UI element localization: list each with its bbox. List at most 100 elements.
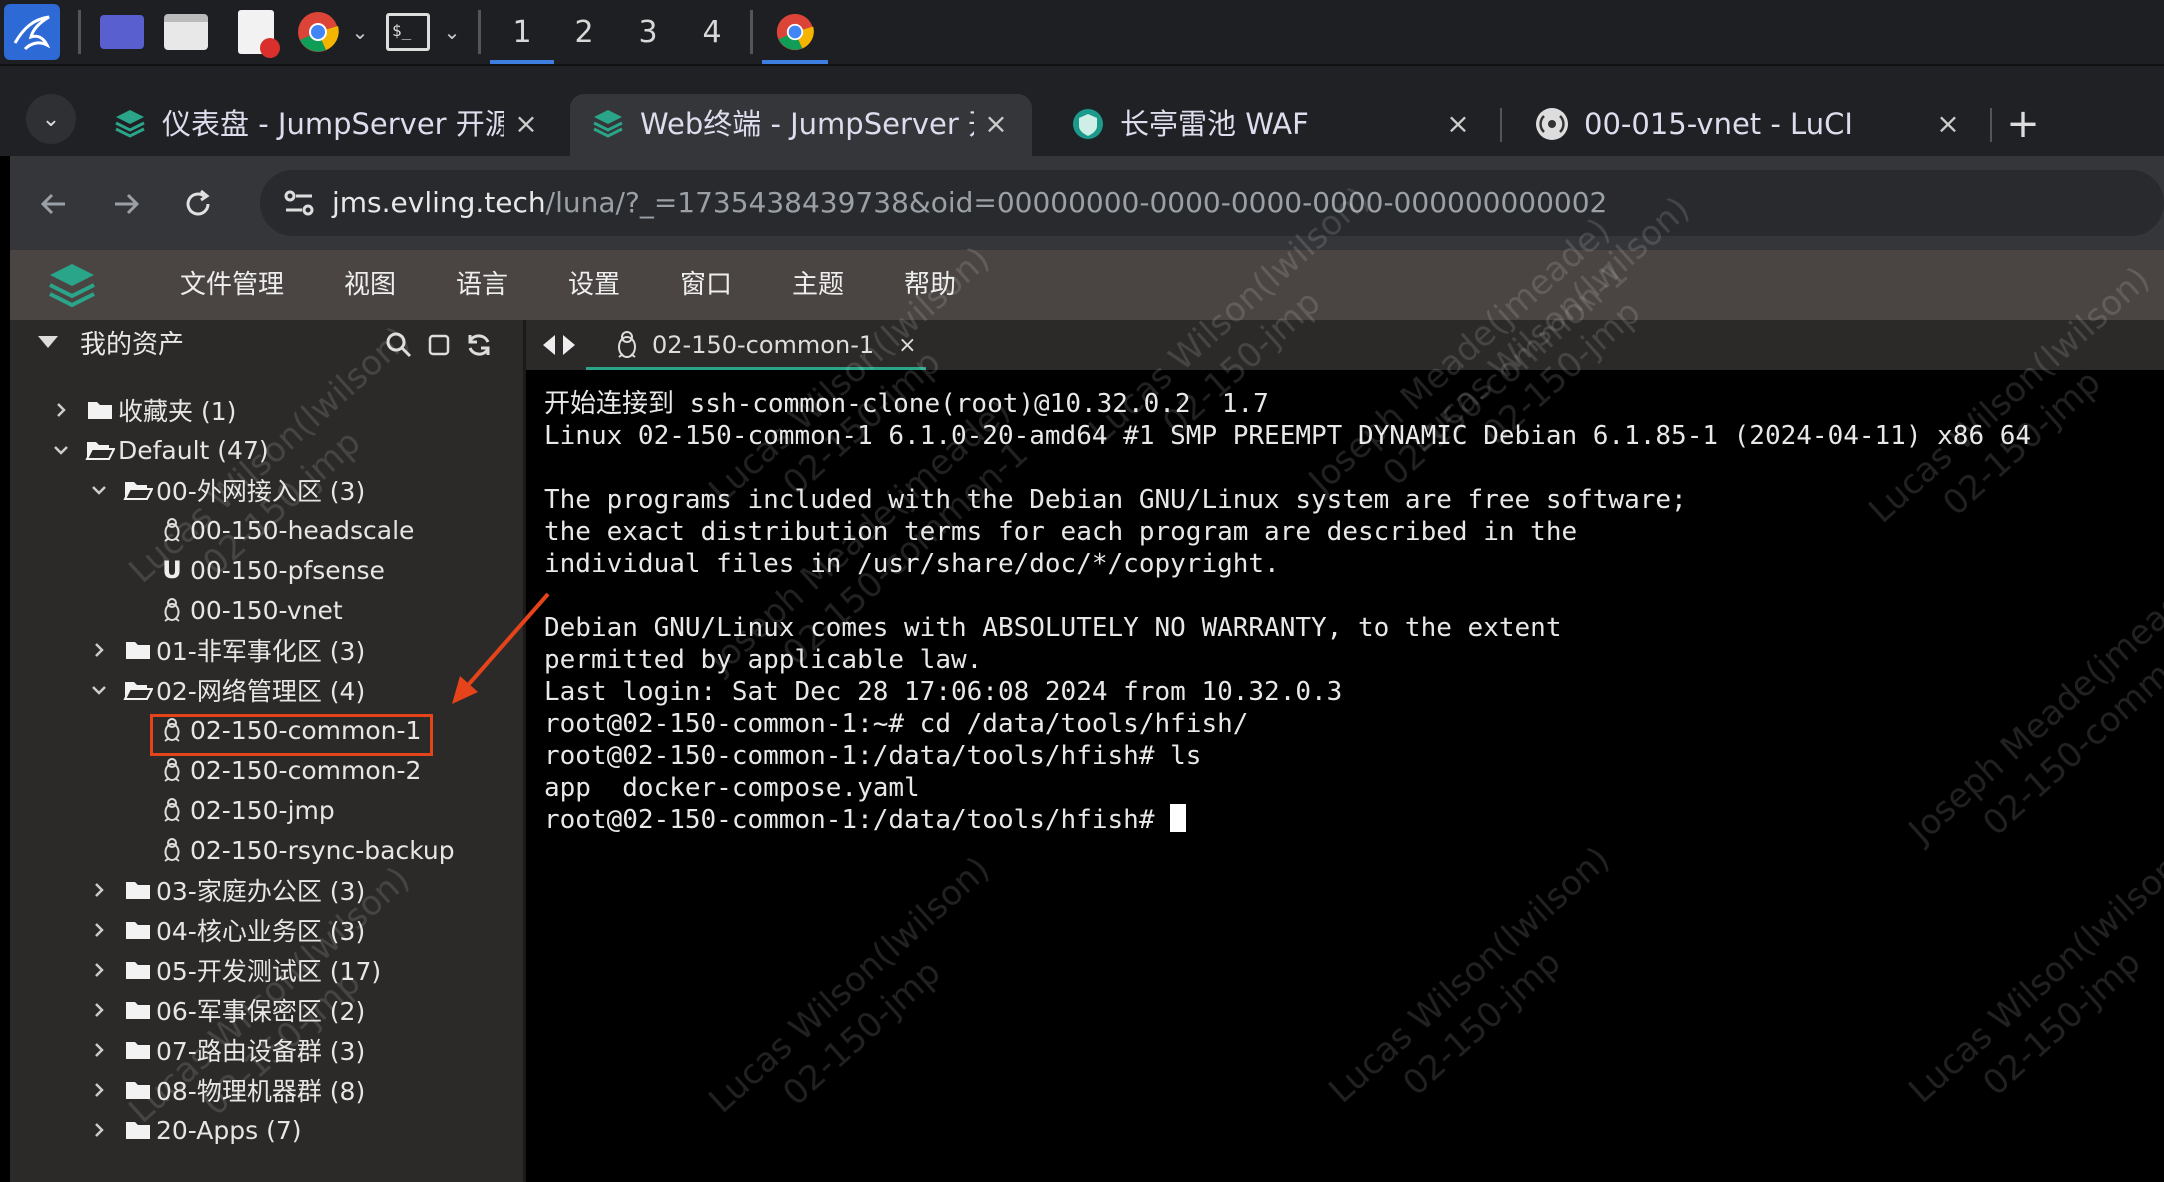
chevron-right-icon[interactable] <box>84 1030 114 1070</box>
chevron-right-icon[interactable] <box>84 910 114 950</box>
menu-view[interactable]: 视图 <box>344 250 396 320</box>
back-button[interactable] <box>26 176 82 232</box>
linux-icon <box>618 331 636 358</box>
folder-open-icon <box>84 430 116 470</box>
chrome-icon[interactable] <box>292 0 344 64</box>
tab-close-button[interactable]: × <box>508 102 544 146</box>
chevron-right-icon[interactable] <box>46 390 76 430</box>
tree-folder[interactable]: 07-路由设备群 (3) <box>84 1030 365 1070</box>
tree-folder[interactable]: Default (47) <box>46 430 269 470</box>
tab-close-button[interactable]: × <box>1440 102 1476 146</box>
terminal-tab-active[interactable]: 02-150-common-1 × <box>586 320 926 370</box>
workspace-4[interactable]: 4 <box>680 0 744 64</box>
menu-file-manager[interactable]: 文件管理 <box>180 250 284 320</box>
tree-folder[interactable]: 01-非军事化区 (3) <box>84 630 365 670</box>
forward-button[interactable] <box>98 176 154 232</box>
tree-asset[interactable]: 02-150-rsync-backup <box>156 830 455 870</box>
tree-folder[interactable]: 05-开发测试区 (17) <box>84 950 381 990</box>
terminal-cursor <box>1170 804 1187 832</box>
tab-close-button[interactable]: × <box>1930 102 1966 146</box>
refresh-button[interactable] <box>462 328 496 362</box>
tree-folder[interactable]: 03-家庭办公区 (3) <box>84 870 365 910</box>
tab-scroll-arrows[interactable] <box>536 320 582 370</box>
tab-search-dropdown[interactable]: ⌄ <box>26 94 76 144</box>
refresh-icon <box>468 334 490 356</box>
tree-asset[interactable]: U 00-150-pfsense <box>156 550 385 590</box>
chevron-right-icon[interactable] <box>84 1070 114 1110</box>
tree-asset[interactable]: 00-150-headscale <box>156 510 414 550</box>
menu-language[interactable]: 语言 <box>456 250 508 320</box>
tree-node-label: Default (47) <box>118 435 269 465</box>
address-bar[interactable]: jms.evling.tech/luna/?_=1735438439738&oi… <box>260 170 2164 236</box>
chevron-right-icon[interactable] <box>84 990 114 1030</box>
menu-settings[interactable]: 设置 <box>568 250 620 320</box>
chevron-right-icon[interactable] <box>84 630 114 670</box>
caret-down-icon[interactable] <box>38 336 58 348</box>
new-tab-button[interactable]: + <box>1998 94 2048 154</box>
tree-folder[interactable]: 08-物理机器群 (8) <box>84 1070 365 1110</box>
tree-node-label: 06-军事保密区 (2) <box>156 997 366 1026</box>
tab-title: 00-015-vnet - LuCI <box>1584 107 1853 141</box>
kali-menu-icon[interactable] <box>0 0 64 64</box>
folder-icon <box>122 910 154 950</box>
desktop-icon[interactable] <box>94 0 150 64</box>
tab-separator <box>1500 108 1502 142</box>
file-manager-icon[interactable] <box>158 0 214 64</box>
chevron-down-icon[interactable]: ⌄ <box>440 0 464 64</box>
tab-close-button[interactable]: × <box>978 102 1014 146</box>
workspace-2[interactable]: 2 <box>552 0 616 64</box>
chevron-down-icon[interactable] <box>46 430 76 470</box>
tab-dashboard[interactable]: 仪表盘 - JumpServer 开源 × <box>92 94 562 154</box>
folder-icon <box>122 630 154 670</box>
terminal-icon[interactable]: $_ <box>382 0 434 64</box>
tab-web-terminal[interactable]: Web终端 - JumpServer 开源 × <box>570 94 1032 158</box>
tree-folder[interactable]: 20-Apps (7) <box>84 1110 302 1150</box>
tree-asset[interactable]: 02-150-common-2 <box>156 750 421 790</box>
menu-window[interactable]: 窗口 <box>680 250 732 320</box>
terminal-line: root@02-150-common-1:/data/tools/hfish# <box>544 804 1187 836</box>
tree-folder[interactable]: 04-核心业务区 (3) <box>84 910 365 950</box>
tab-waf[interactable]: 长亭雷池 WAF × <box>1050 94 1494 154</box>
text-editor-icon[interactable] <box>228 0 284 64</box>
tree-asset[interactable]: 02-150-jmp <box>156 790 335 830</box>
reload-icon <box>186 189 210 216</box>
tree-node-label: 00-150-pfsense <box>190 555 385 585</box>
search-icon <box>386 332 412 358</box>
linux-icon <box>156 750 188 790</box>
tree-node-label: 01-非军事化区 (3) <box>156 637 366 666</box>
menu-help[interactable]: 帮助 <box>904 250 956 320</box>
workspace-3[interactable]: 3 <box>616 0 680 64</box>
terminal-line: permitted by applicable law. <box>544 645 983 675</box>
chevron-right-icon[interactable] <box>84 870 114 910</box>
workspace-1[interactable]: 1 <box>490 0 554 64</box>
taskbar-separator <box>78 10 81 54</box>
tree-folder[interactable]: 06-军事保密区 (2) <box>84 990 365 1030</box>
tree-folder[interactable]: 00-外网接入区 (3) <box>84 470 365 510</box>
taskbar-separator <box>478 10 481 54</box>
folder-icon <box>122 1070 154 1110</box>
chevron-down-icon[interactable] <box>84 470 114 510</box>
tree-folder[interactable]: 02-网络管理区 (4) <box>84 670 365 710</box>
tab-separator <box>1990 108 1992 142</box>
tab-luci[interactable]: 00-015-vnet - LuCI × <box>1514 94 1984 154</box>
chevron-right-icon[interactable] <box>84 950 114 990</box>
collapse-button[interactable] <box>422 328 456 362</box>
site-settings-icon[interactable] <box>280 184 318 222</box>
chevron-down-icon[interactable]: ⌄ <box>348 0 372 64</box>
menu-theme[interactable]: 主题 <box>792 250 844 320</box>
tree-node-label: 00-外网接入区 (3) <box>156 477 366 506</box>
tab-title: 仪表盘 - JumpServer 开源 <box>162 107 504 141</box>
terminal-line: the exact distribution terms for each pr… <box>544 517 1578 547</box>
os-taskbar: ⌄ $_ ⌄ 1 2 3 4 <box>0 0 2164 64</box>
tree-asset[interactable]: 00-150-vnet <box>156 590 343 630</box>
unix-icon: U <box>162 556 182 584</box>
chrome-window-button[interactable] <box>762 0 828 64</box>
terminal-output[interactable]: 开始连接到 ssh-common-clone(root)@10.32.0.2 1… <box>526 370 2164 1182</box>
tree-folder[interactable]: 收藏夹 (1) <box>46 390 236 430</box>
terminal-tab-close-button[interactable]: × <box>898 333 916 358</box>
chevron-right-icon[interactable] <box>84 1110 114 1150</box>
search-button[interactable] <box>382 328 416 362</box>
reload-button[interactable] <box>170 176 226 232</box>
chevron-down-icon[interactable] <box>84 670 114 710</box>
folder-icon <box>122 1110 154 1150</box>
